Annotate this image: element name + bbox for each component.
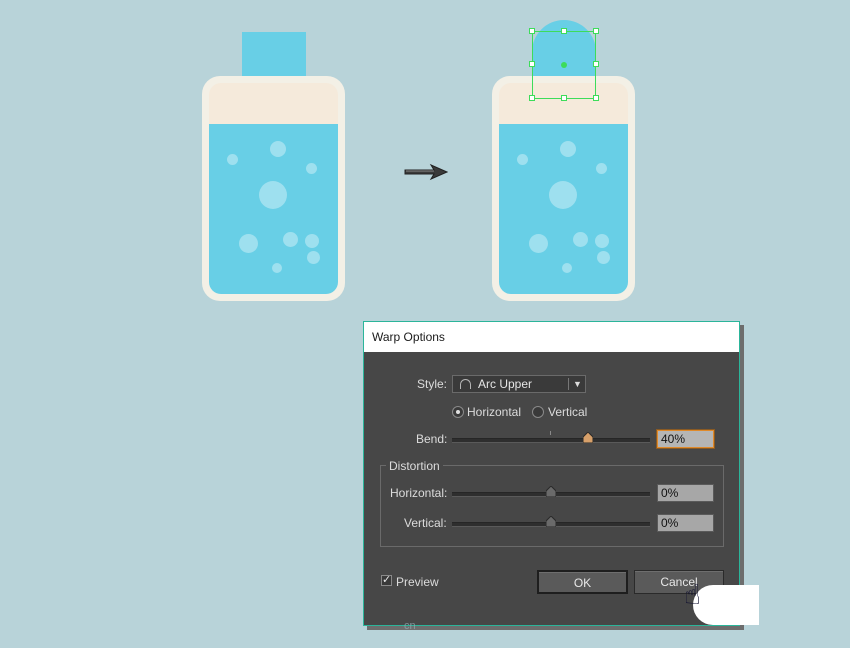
bubble xyxy=(529,234,548,253)
style-label: Style: xyxy=(417,377,448,391)
bubble xyxy=(306,163,317,174)
dialog-title: Warp Options xyxy=(364,322,739,352)
right-arrow-icon xyxy=(404,163,448,181)
horizontal-radio-label[interactable]: Horizontal xyxy=(467,405,521,419)
bend-value-field[interactable]: 40% xyxy=(657,430,714,448)
resize-handle[interactable] xyxy=(529,28,535,34)
resize-handle[interactable] xyxy=(561,28,567,34)
bottle-label-area xyxy=(209,83,338,124)
bubble xyxy=(517,154,528,165)
bubble xyxy=(227,154,238,165)
bend-slider-thumb[interactable] xyxy=(583,432,593,443)
selection-center-point xyxy=(561,62,567,68)
resize-handle[interactable] xyxy=(593,28,599,34)
bubble xyxy=(307,251,320,264)
horizontal-radio[interactable] xyxy=(452,406,464,418)
distortion-vertical-slider-thumb[interactable] xyxy=(546,516,556,527)
bubble xyxy=(562,263,572,273)
preview-label[interactable]: Preview xyxy=(396,575,439,589)
ok-button[interactable]: OK xyxy=(537,570,628,594)
bubble xyxy=(560,141,576,157)
arc-upper-icon xyxy=(460,379,471,389)
distortion-vertical-value-field[interactable]: 0% xyxy=(657,514,714,532)
resize-handle[interactable] xyxy=(593,61,599,67)
resize-handle[interactable] xyxy=(593,95,599,101)
bubble xyxy=(573,232,588,247)
bubble xyxy=(549,181,577,209)
bubble xyxy=(270,141,286,157)
bubble xyxy=(283,232,298,247)
watermark: cn xyxy=(404,620,416,632)
bubble xyxy=(259,181,287,209)
vertical-radio-label[interactable]: Vertical xyxy=(548,405,587,419)
bubble xyxy=(596,163,607,174)
bend-label: Bend: xyxy=(416,432,448,446)
hand-cursor-icon: ☝ xyxy=(684,579,702,610)
bottle-cap xyxy=(242,32,306,78)
distortion-vertical-label: Vertical: xyxy=(404,516,447,530)
bubble xyxy=(595,234,609,248)
distortion-group xyxy=(380,465,724,547)
resize-handle[interactable] xyxy=(529,61,535,67)
bend-slider-center-tick xyxy=(550,431,551,435)
distortion-horizontal-label: Horizontal: xyxy=(390,486,448,500)
style-dropdown-value: Arc Upper xyxy=(478,377,533,391)
bubble xyxy=(272,263,282,273)
distortion-group-label: Distortion xyxy=(386,459,443,473)
style-dropdown[interactable]: Arc Upper ▼ xyxy=(452,375,586,393)
distortion-horizontal-slider-thumb[interactable] xyxy=(546,486,556,497)
resize-handle[interactable] xyxy=(529,95,535,101)
preview-checkbox[interactable]: ✓ xyxy=(381,575,392,586)
dropdown-arrow-icon: ▼ xyxy=(573,379,582,389)
cursor-highlight xyxy=(693,585,759,625)
bubble xyxy=(597,251,610,264)
bubble xyxy=(305,234,319,248)
resize-handle[interactable] xyxy=(561,95,567,101)
vertical-radio[interactable] xyxy=(532,406,544,418)
distortion-horizontal-value-field[interactable]: 0% xyxy=(657,484,714,502)
dropdown-separator xyxy=(568,378,569,390)
bubble xyxy=(239,234,258,253)
checkmark-icon: ✓ xyxy=(382,574,392,586)
bend-slider-track[interactable] xyxy=(452,438,650,443)
